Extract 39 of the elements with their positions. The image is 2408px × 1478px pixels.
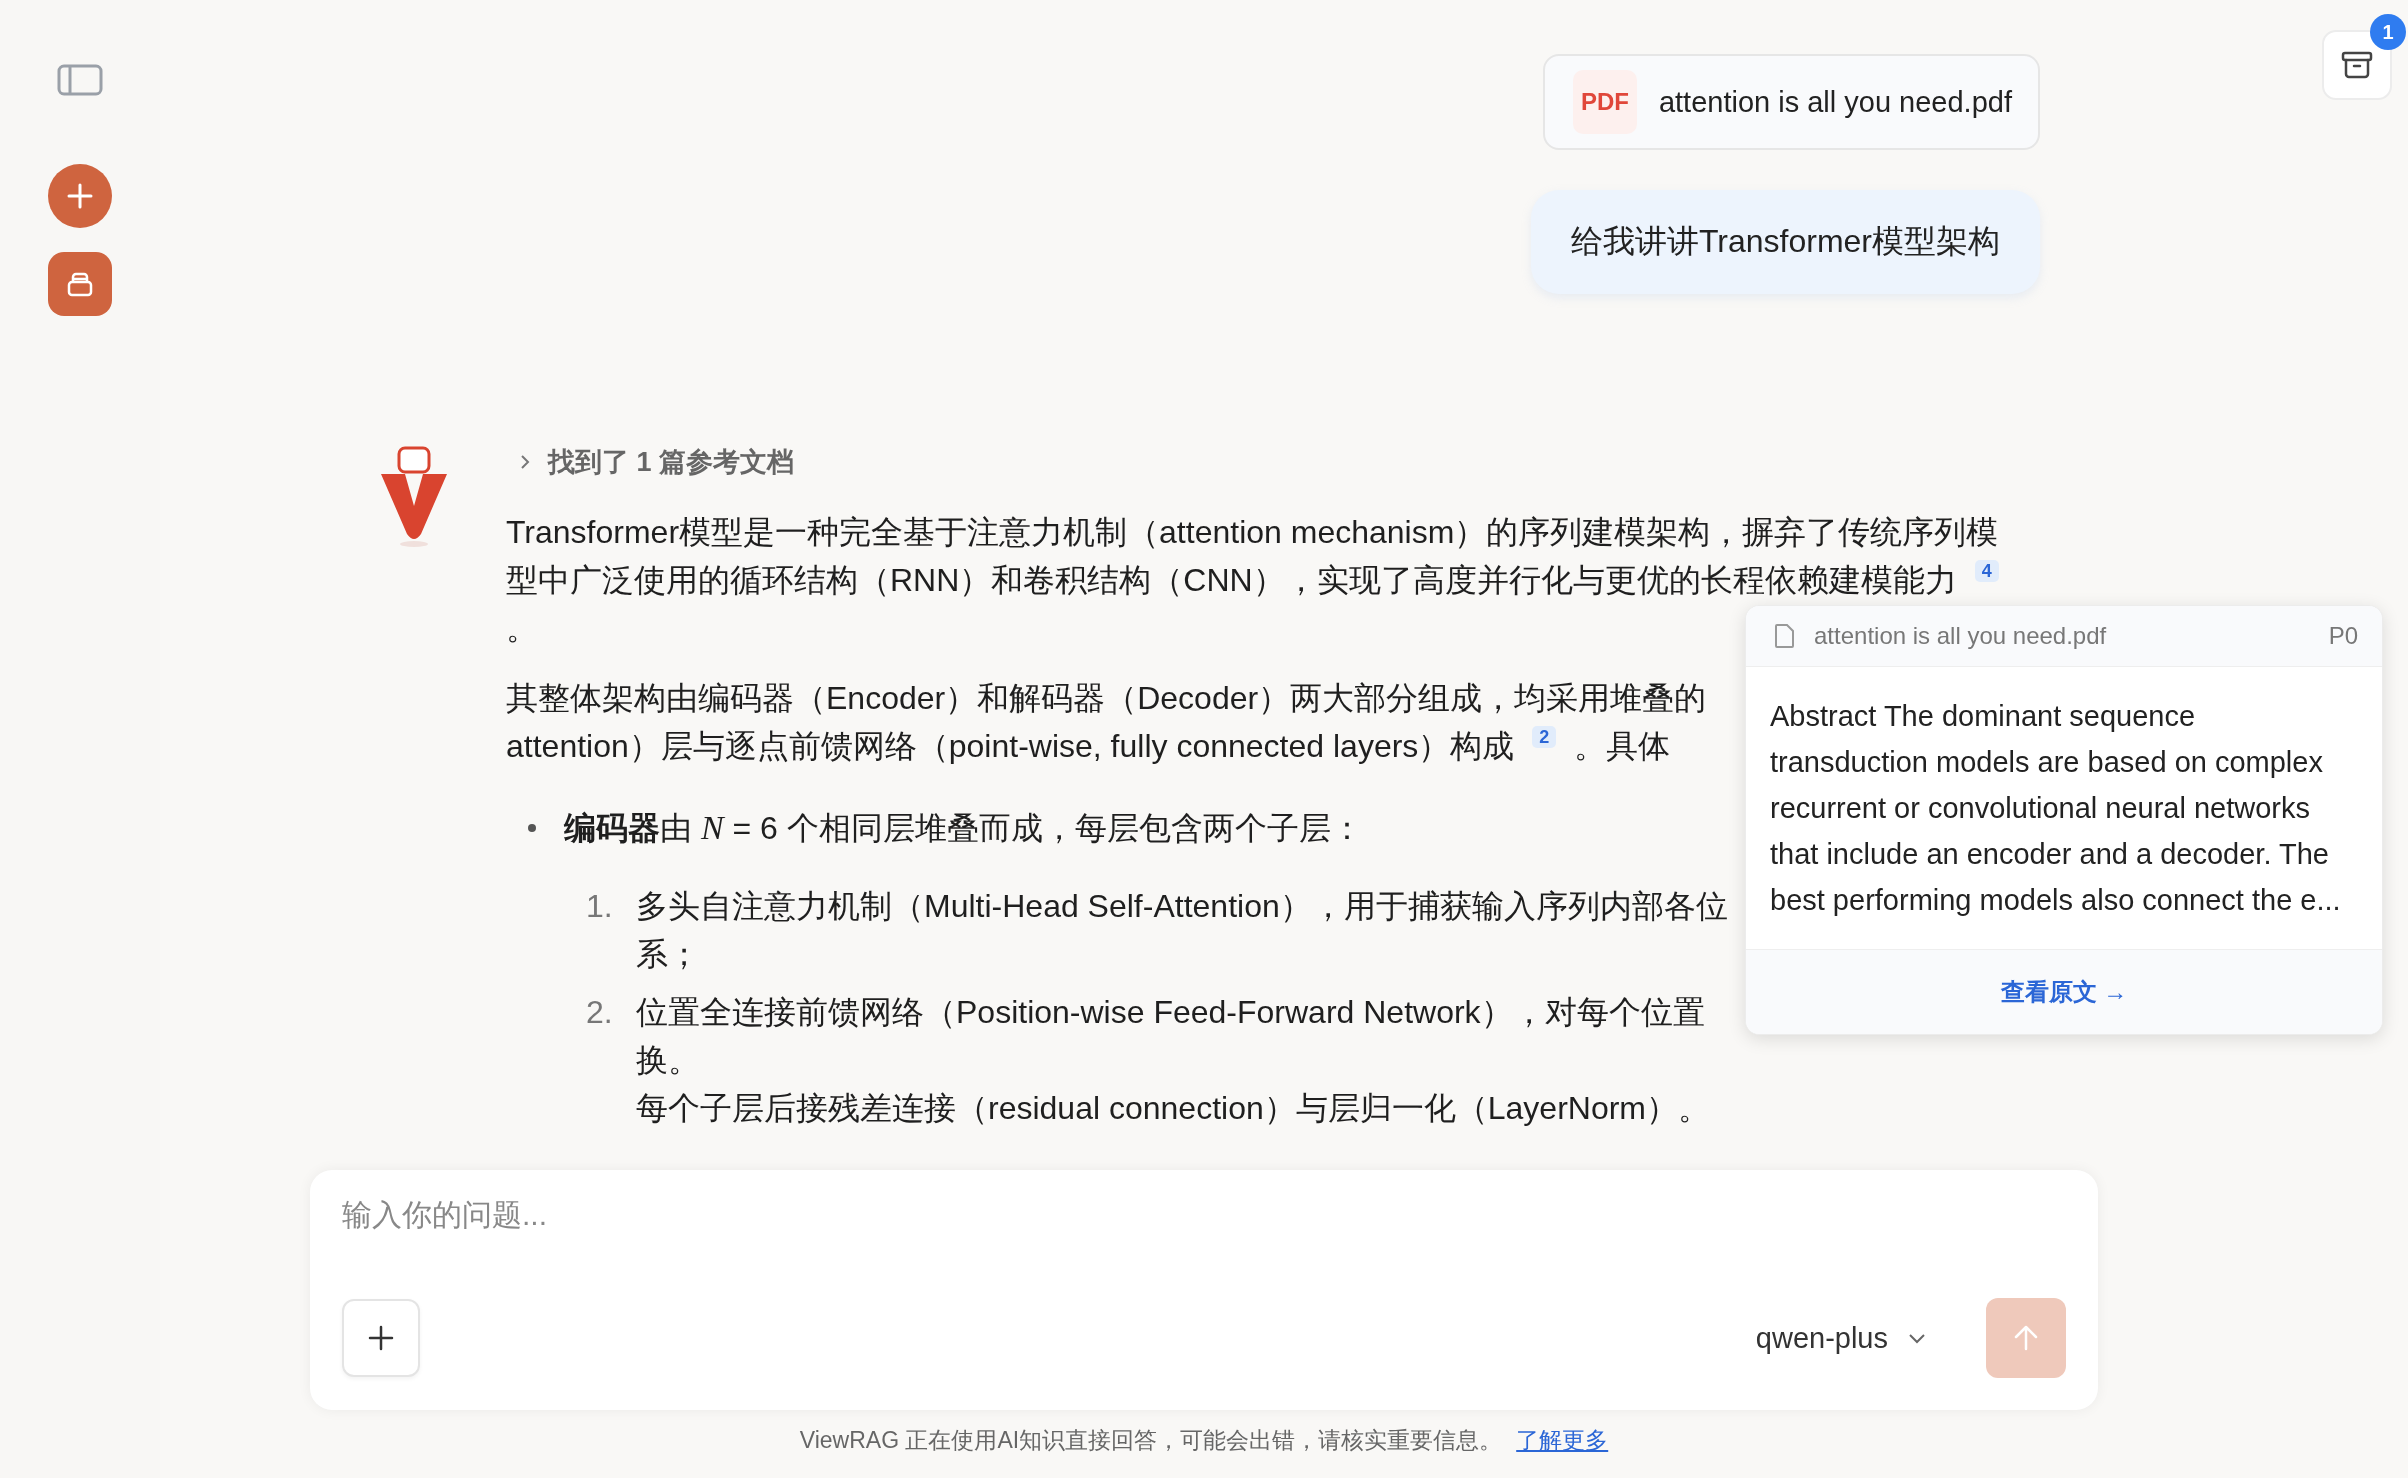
references-toggle[interactable]: 找到了 1 篇参考文档 bbox=[548, 438, 795, 486]
file-name: attention is all you need.pdf bbox=[1814, 622, 2108, 650]
learn-more-link[interactable]: 了解更多 bbox=[1516, 1424, 1609, 1456]
archive-icon bbox=[2340, 50, 2374, 80]
file-name: attention is all you need.pdf bbox=[1658, 85, 2012, 119]
answer-text-line: 位置全连接前馈网络（Position-wise Feed-Forward Network），对每个位置 bbox=[636, 993, 1705, 1032]
list-number: 2. bbox=[586, 993, 614, 1032]
plus-icon bbox=[66, 182, 94, 210]
answer-text-line: attention）层与逐点前馈网络（point-wise, fully connected layers）构成 bbox=[506, 727, 1515, 766]
bullet-icon bbox=[528, 824, 536, 832]
library-button[interactable] bbox=[48, 252, 112, 316]
answer-text-line: 多头自注意力机制（Multi-Head Self-Attention），用于捕获输入序列内部各位 bbox=[636, 887, 1728, 926]
answer-text-line: 换。 bbox=[636, 1041, 700, 1080]
list-number: 1. bbox=[586, 887, 614, 926]
count-badge: 1 bbox=[2370, 14, 2406, 50]
file-type-badge: PDF bbox=[1572, 70, 1637, 134]
page-label: P0 bbox=[2328, 622, 2358, 650]
disclaimer-text: ViewRAG 正在使用AI知识直接回答，可能会出错，请核实重要信息。 bbox=[799, 1425, 1503, 1455]
answer-text-line: 其整体架构由编码器（Encoder）和解码器（Decoder）两大部分组成，均采用堆叠的 bbox=[506, 679, 1707, 718]
model-select[interactable]: qwen-plus bbox=[1749, 1320, 1932, 1356]
answer-text-line: 。具体 bbox=[1574, 727, 1671, 766]
answer-text-line: 。 bbox=[506, 609, 538, 648]
answer-text-line: 型中广泛使用的循环结构（RNN）和卷积结构（CNN），实现了高度并行化与更优的长程依赖建模能力 bbox=[506, 561, 1957, 600]
question-input-field[interactable]: 输入你的问题... bbox=[342, 1194, 2066, 1236]
chevron-down-icon bbox=[1908, 1332, 1926, 1344]
citation-badge[interactable]: 2 bbox=[1532, 726, 1557, 748]
citation-badge[interactable]: 4 bbox=[1974, 560, 1999, 582]
sidebar-toggle-icon[interactable] bbox=[57, 64, 103, 96]
user-message: 给我讲讲Transformer模型架构 bbox=[1530, 190, 2040, 294]
file-attachment[interactable]: PDF attention is all you need.pdf bbox=[1542, 54, 2040, 150]
answer-text-line: Transformer模型是一种完全基于注意力机制（attention mechanism）的序列建模架构，摒弃了传统序列模 bbox=[506, 513, 1999, 552]
answer-text-line: 编码器由 N = 6 个相同层堆叠而成，每层包含两个子层： bbox=[564, 808, 1363, 848]
answer-text-line: 系； bbox=[636, 935, 700, 974]
excerpt-text: Abstract The dominant sequence transduction models are based on complex recurrent or convolutional neural networks that include an encoder and a decoder. The best performing models also connect the e... bbox=[1769, 699, 2342, 918]
chevron-icon[interactable] bbox=[518, 453, 532, 471]
file-icon bbox=[1774, 623, 1796, 649]
answer-text-line: 每个子层后接残差连接（residual connection）与层归一化（LayerNorm）。 bbox=[636, 1089, 1710, 1128]
view-source-link[interactable]: 查看原文 → bbox=[2000, 976, 2128, 1008]
plus-icon bbox=[366, 1323, 396, 1353]
